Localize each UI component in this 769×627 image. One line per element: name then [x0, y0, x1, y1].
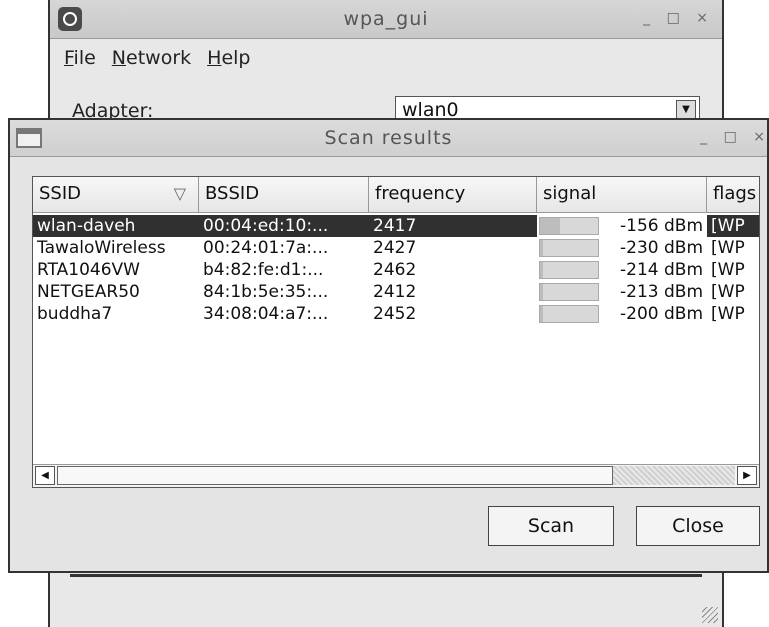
window-controls[interactable]: _ □ × [643, 10, 714, 26]
signal-strength-bar [539, 239, 599, 257]
close-button[interactable]: Close [636, 506, 760, 546]
cell-signal: -214 dBm [537, 259, 707, 281]
horizontal-scrollbar[interactable]: ◀ ▶ [33, 464, 759, 487]
menu-help[interactable]: Help [207, 47, 250, 69]
signal-strength-fill [540, 306, 543, 322]
column-header-ssid[interactable]: SSID ▽ [33, 177, 199, 213]
menu-file[interactable]: File [64, 47, 96, 69]
chevron-down-icon[interactable]: ▼ [676, 100, 696, 120]
signal-text: -214 dBm [620, 260, 703, 280]
cell-frequency: 2427 [373, 238, 417, 258]
table-row[interactable]: NETGEAR50 84:1b:5e:35:... 2412 -213 dBm [WP [33, 281, 759, 303]
scroll-right-icon[interactable]: ▶ [737, 466, 757, 485]
cell-signal: -230 dBm [537, 237, 707, 259]
scan-results-table: SSID ▽ BSSID frequency signal flags wlan… [32, 176, 760, 488]
dialog-title-bar[interactable]: Scan results _ □ × [10, 120, 767, 157]
title-bar[interactable]: wpa_gui _ □ × [50, 0, 722, 39]
cell-signal: -213 dBm [537, 281, 707, 303]
table-row[interactable]: RTA1046VW b4:82:fe:d1:... 2462 -214 dBm [WP [33, 259, 759, 281]
cell-signal: -156 dBm [537, 215, 707, 237]
cell-frequency: 2412 [373, 282, 417, 302]
table-row[interactable]: wlan-daveh 00:04:ed:10:... 2417 -156 dBm [WP [33, 215, 759, 237]
cell-frequency: 2417 [373, 216, 417, 236]
divider [70, 574, 702, 577]
signal-strength-fill [540, 262, 543, 278]
column-header-signal[interactable]: signal [537, 177, 707, 213]
scroll-left-icon[interactable]: ◀ [35, 466, 55, 485]
cell-bssid: 34:08:04:a7:... [203, 304, 329, 324]
scrollbar-thumb[interactable] [57, 466, 613, 485]
table-body: wlan-daveh 00:04:ed:10:... 2417 -156 dBm [WP… [33, 215, 759, 325]
cell-signal: -200 dBm [537, 303, 707, 325]
column-header-bssid[interactable]: BSSID [199, 177, 369, 213]
cell-bssid: b4:82:fe:d1:... [203, 260, 324, 280]
scan-button[interactable]: Scan [488, 506, 614, 546]
cell-ssid: wlan-daveh [37, 216, 136, 236]
signal-strength-bar [539, 305, 599, 323]
cell-flags: [WP [711, 304, 745, 324]
menu-network[interactable]: Network [112, 47, 191, 69]
signal-strength-bar [539, 261, 599, 279]
cell-bssid: 00:04:ed:10:... [203, 216, 329, 236]
menu-bar: File Network Help [50, 38, 722, 78]
table-row[interactable]: TawaloWireless 00:24:01:7a:... 2427 -230 dB… [33, 237, 759, 259]
cell-flags: [WP [711, 216, 745, 236]
cell-ssid: RTA1046VW [37, 260, 140, 280]
cell-frequency: 2462 [373, 260, 417, 280]
signal-text: -213 dBm [620, 282, 703, 302]
column-header-flags[interactable]: flags [707, 177, 759, 213]
sort-descending-icon: ▽ [173, 184, 186, 203]
signal-strength-bar [539, 217, 599, 235]
cell-frequency: 2452 [373, 304, 417, 324]
cell-flags: [WP [711, 260, 745, 280]
cell-ssid: NETGEAR50 [37, 282, 140, 302]
cell-ssid: TawaloWireless [37, 238, 166, 258]
signal-strength-fill [540, 218, 561, 234]
cell-ssid: buddha7 [37, 304, 113, 324]
signal-strength-fill [540, 284, 543, 300]
window-title: wpa_gui [343, 8, 429, 30]
signal-text: -200 dBm [620, 304, 703, 324]
column-header-frequency[interactable]: frequency [369, 177, 537, 213]
scrollbar-track[interactable] [57, 466, 735, 485]
signal-text: -230 dBm [620, 238, 703, 258]
scan-results-dialog: Scan results _ □ × SSID ▽ BSSID frequenc… [8, 118, 769, 573]
dialog-title: Scan results [324, 127, 453, 149]
cell-flags: [WP [711, 282, 745, 302]
dialog-window-controls[interactable]: _ □ × [700, 129, 769, 145]
resize-grip-icon[interactable] [702, 607, 718, 623]
column-header-label: SSID [39, 183, 82, 204]
signal-strength-bar [539, 283, 599, 301]
signal-text: -156 dBm [620, 216, 703, 236]
cell-bssid: 00:24:01:7a:... [203, 238, 329, 258]
signal-strength-fill [540, 240, 543, 256]
table-row[interactable]: buddha7 34:08:04:a7:... 2452 -200 dBm [WP [33, 303, 759, 325]
cell-bssid: 84:1b:5e:35:... [203, 282, 329, 302]
cell-flags: [WP [711, 238, 745, 258]
table-header: SSID ▽ BSSID frequency signal flags [33, 177, 759, 213]
